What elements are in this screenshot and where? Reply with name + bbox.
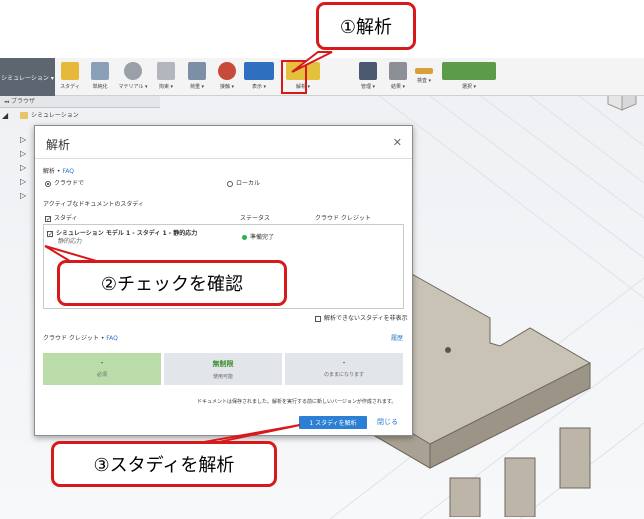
callout-step3: ③スタディを解析 [51, 441, 277, 487]
tree-expand-icon[interactable]: ▷ [20, 163, 26, 172]
select-icon [442, 62, 496, 80]
tree-expand-icon[interactable]: ▷ [20, 177, 26, 186]
simplify-icon [91, 62, 109, 80]
load-tool[interactable]: 荷重 ▾ [183, 60, 211, 94]
tree-expand-icon[interactable]: ▷ [20, 191, 26, 200]
header-status: ステータス [240, 215, 271, 222]
credit-remaining: - のままになります [285, 353, 403, 385]
display-tool[interactable]: 表示 ▾ [240, 60, 278, 94]
tree-expand-icon[interactable]: ▷ [20, 135, 26, 144]
radio-unselected-icon[interactable] [227, 180, 233, 187]
active-documents-label: アクティブなドキュメントのスタディ [43, 201, 144, 208]
expand-icon[interactable]: ◢ [2, 110, 8, 122]
study-tool[interactable]: スタディ [58, 60, 82, 94]
contact-icon [218, 62, 236, 80]
constraint-tool[interactable]: 拘束 ▾ [152, 60, 180, 94]
tree-expand-icon[interactable]: ▷ [20, 149, 26, 158]
select-all-checkbox[interactable]: ✓ [45, 215, 51, 222]
credit-label-row: クラウド クレジット • FAQ [43, 335, 118, 342]
inspect-icon [415, 68, 433, 74]
close-icon[interactable]: ✕ [393, 136, 402, 149]
load-icon [188, 62, 206, 80]
collapse-icon[interactable]: ◂◂ [4, 99, 9, 105]
history-link[interactable]: 履歴 [391, 333, 403, 342]
manage-icon [359, 62, 377, 80]
credit-available: 無制限 使用可能 [164, 353, 282, 385]
study-type: 静的応力 [58, 238, 83, 245]
study-status: 準備完了 [242, 232, 274, 241]
browser-header: ◂◂ ブラウザ [0, 96, 160, 108]
faq-link[interactable]: FAQ [62, 168, 74, 175]
header-credit: クラウド クレジット [315, 215, 371, 222]
workspace-switcher[interactable]: シミュレーション ▾ [0, 58, 55, 96]
select-tool[interactable]: 選択 ▾ [437, 60, 501, 94]
constraint-icon [157, 62, 175, 80]
footer-note: ドキュメントは保存されました。解析を実行する前に新しいバージョンが作成されます。 [197, 399, 397, 405]
solve-study-button[interactable]: 1 スタディを解析 [299, 416, 367, 429]
hide-unsolvable[interactable]: 解析できないスタディを非表示 [315, 313, 408, 322]
contact-tool[interactable]: 接触 ▾ [214, 60, 240, 94]
browser-root[interactable]: ◢ シミュレーション [0, 110, 160, 122]
close-button[interactable]: 閉じる [377, 416, 398, 429]
callout-step2: ②チェックを確認 [57, 260, 287, 306]
credit-required: - 必須 [43, 353, 161, 385]
study-icon [61, 62, 79, 80]
study-checkbox[interactable]: ✓ [47, 230, 53, 237]
radio-local[interactable]: ローカル [227, 178, 260, 187]
manage-tool[interactable]: 管理 ▾ [354, 60, 382, 94]
radio-cloud[interactable]: クラウドで [45, 178, 84, 187]
results-tool[interactable]: 結果 ▾ [384, 60, 412, 94]
credit-faq-link[interactable]: FAQ [106, 335, 118, 342]
simplify-tool[interactable]: 単純化 [88, 60, 112, 94]
document-icon [20, 112, 28, 119]
inspect-tool[interactable]: 検査 ▾ [412, 60, 436, 94]
status-dot-icon [242, 235, 247, 240]
browser-tree: ▷ ▷ ▷ ▷ ▷ [0, 135, 30, 205]
header-study[interactable]: ✓ スタディ [45, 213, 78, 222]
divider [35, 158, 412, 159]
dialog-title: 解析 [46, 138, 71, 152]
analysis-label-row: 解析 • FAQ [43, 168, 74, 175]
radio-selected-icon[interactable] [45, 180, 51, 187]
results-icon [389, 62, 407, 80]
display-icon [244, 62, 274, 80]
material-tool[interactable]: マテリアル ▾ [118, 60, 148, 94]
material-icon [124, 62, 142, 80]
hide-checkbox[interactable] [315, 315, 321, 322]
callout-step1: ①解析 [316, 2, 416, 50]
solve-highlight [281, 60, 307, 94]
